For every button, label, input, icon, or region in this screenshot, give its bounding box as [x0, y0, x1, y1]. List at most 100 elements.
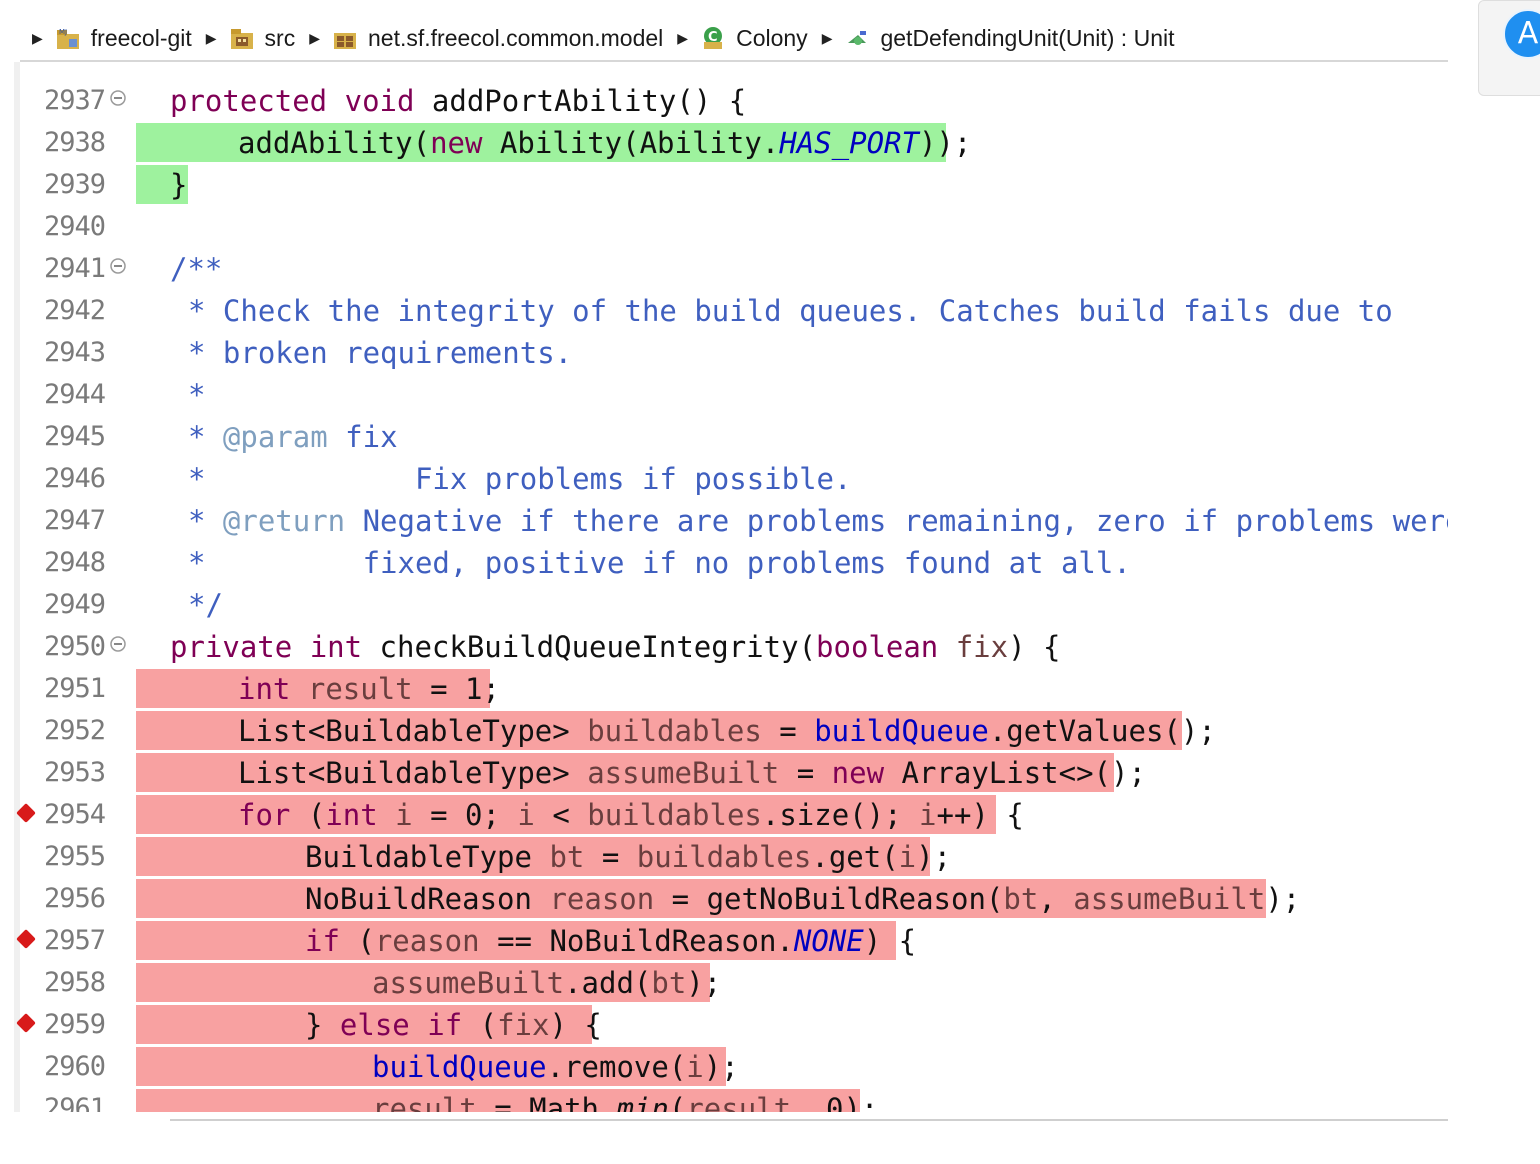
line-number: 2953: [44, 757, 106, 788]
code-line[interactable]: 2937 protected void addPortAbility() {: [14, 80, 1448, 122]
line-number: 2960: [44, 1051, 106, 1082]
code-line[interactable]: 2946 * Fix problems if possible.: [14, 458, 1448, 500]
code-line[interactable]: 2948 * fixed, positive if no problems fo…: [14, 542, 1448, 584]
code-editor[interactable]: 2936 2937 protected void addPortAbility(…: [14, 62, 1448, 1112]
code-text: result = Math.min(result, 0);: [372, 1092, 879, 1112]
line-number: 2950: [44, 631, 106, 662]
line-number: 2945: [44, 421, 106, 452]
code-text: List<BuildableType> buildables = buildQu…: [238, 714, 1216, 748]
line-number: 2955: [44, 841, 106, 872]
line-number: 2939: [44, 169, 106, 200]
code-text: * broken requirements.: [188, 336, 573, 370]
code-text: NoBuildReason reason = getNoBuildReason(…: [305, 882, 1301, 916]
breadcrumb-package[interactable]: net.sf.freecol.common.model: [368, 25, 663, 52]
svg-text:MJ: MJ: [59, 28, 67, 36]
code-line[interactable]: 2952 List<BuildableType> buildables = bu…: [14, 710, 1448, 752]
code-line[interactable]: 2951 int result = 1;: [14, 668, 1448, 710]
line-number: 2938: [44, 127, 106, 158]
code-line[interactable]: 2949 */: [14, 584, 1448, 626]
code-text: addAbility(new Ability(Ability.HAS_PORT)…: [238, 126, 972, 160]
code-line[interactable]: 2959 } else if (fix) {: [14, 1004, 1448, 1046]
line-number: 2949: [44, 589, 106, 620]
breadcrumb-arrow-icon[interactable]: ▶: [206, 30, 217, 47]
breadcrumb-arrow-icon[interactable]: ▶: [309, 30, 320, 47]
code-text: * Fix problems if possible.: [188, 462, 852, 496]
code-line[interactable]: 2953 List<BuildableType> assumeBuilt = n…: [14, 752, 1448, 794]
breadcrumb-method[interactable]: getDefendingUnit(Unit) : Unit: [880, 25, 1174, 52]
breadcrumb-arrow-icon[interactable]: ▶: [677, 30, 688, 47]
breadcrumb-arrow-icon[interactable]: ▶: [32, 30, 43, 47]
code-line[interactable]: 2960 buildQueue.remove(i);: [14, 1046, 1448, 1088]
line-number: 2954: [44, 799, 106, 830]
side-panel[interactable]: A: [1478, 0, 1540, 96]
code-line[interactable]: 2955 BuildableType bt = buildables.get(i…: [14, 836, 1448, 878]
code-line[interactable]: 2939 }: [14, 164, 1448, 206]
line-number: 2947: [44, 505, 106, 536]
code-text: if (reason == NoBuildReason.NONE) {: [305, 924, 917, 958]
code-text: assumeBuilt.add(bt);: [372, 966, 722, 1000]
breadcrumb: ▶ MJ freecol-git ▶ src ▶ net.sf.freecol.…: [14, 16, 1448, 60]
code-text: * @return Negative if there are problems…: [188, 504, 1448, 538]
code-text: /**: [170, 252, 223, 286]
code-text: *: [188, 378, 206, 412]
code-text: protected void addPortAbility() {: [170, 84, 747, 118]
line-number: 2957: [44, 925, 106, 956]
code-line[interactable]: 2954 for (int i = 0; i < buildables.size…: [14, 794, 1448, 836]
line-number: 2959: [44, 1009, 106, 1040]
source-folder-icon: [229, 25, 255, 51]
fold-icon[interactable]: [110, 636, 126, 652]
line-number: 2942: [44, 295, 106, 326]
code-text: private int checkBuildQueueIntegrity(boo…: [170, 630, 1061, 664]
line-number: 2944: [44, 379, 106, 410]
line-number: 2951: [44, 673, 106, 704]
line-number: 2940: [44, 211, 106, 242]
code-line[interactable]: 2956 NoBuildReason reason = getNoBuildRe…: [14, 878, 1448, 920]
breadcrumb-project[interactable]: freecol-git: [91, 25, 192, 52]
fold-icon[interactable]: [110, 258, 126, 274]
line-number: 2941: [44, 253, 106, 284]
line-number: 2948: [44, 547, 106, 578]
project-icon: MJ: [55, 25, 81, 51]
breadcrumb-arrow-icon[interactable]: ▶: [822, 30, 833, 47]
package-icon: [332, 25, 358, 51]
line-number: 2956: [44, 883, 106, 914]
code-line[interactable]: 2950 private int checkBuildQueueIntegrit…: [14, 626, 1448, 668]
editor-bottom-border: [170, 1119, 1448, 1121]
app-store-icon[interactable]: A: [1503, 9, 1540, 59]
code-text: }: [170, 168, 188, 202]
code-line[interactable]: 2940: [14, 206, 1448, 248]
line-number: 2936: [44, 62, 109, 67]
code-line[interactable]: 2942 * Check the integrity of the build …: [14, 290, 1448, 332]
code-line[interactable]: 2947 * @return Negative if there are pro…: [14, 500, 1448, 542]
breakpoint-icon[interactable]: [16, 929, 36, 949]
line-number: 2943: [44, 337, 106, 368]
code-line[interactable]: 2944 *: [14, 374, 1448, 416]
method-icon: [844, 25, 870, 51]
code-line[interactable]: 2945 * @param fix: [14, 416, 1448, 458]
line-number: 2946: [44, 463, 106, 494]
fold-icon[interactable]: [110, 90, 126, 106]
breadcrumb-class[interactable]: Colony: [736, 25, 808, 52]
breakpoint-icon[interactable]: [16, 1013, 36, 1033]
code-line[interactable]: 2961 result = Math.min(result, 0);: [14, 1088, 1448, 1112]
breakpoint-icon[interactable]: [16, 803, 36, 823]
code-text: * fixed, positive if no problems found a…: [188, 546, 1131, 580]
code-text: * Check the integrity of the build queue…: [188, 294, 1393, 328]
breadcrumb-src[interactable]: src: [265, 25, 296, 52]
code-text: BuildableType bt = buildables.get(i);: [305, 840, 952, 874]
line-number: 2937: [44, 85, 106, 116]
code-text: List<BuildableType> assumeBuilt = new Ar…: [238, 756, 1146, 790]
line-number: 2961: [44, 1093, 106, 1112]
class-icon: C: [700, 25, 726, 51]
code-text: * @param fix: [188, 420, 398, 454]
code-line[interactable]: 2957 if (reason == NoBuildReason.NONE) {: [14, 920, 1448, 962]
code-text: int result = 1;: [238, 672, 500, 706]
line-number: 2958: [44, 967, 106, 998]
code-text: for (int i = 0; i < buildables.size(); i…: [238, 798, 1024, 832]
code-line[interactable]: 2941 /**: [14, 248, 1448, 290]
line-number: 2952: [44, 715, 106, 746]
code-line[interactable]: 2943 * broken requirements.: [14, 332, 1448, 374]
code-line[interactable]: 2958 assumeBuilt.add(bt);: [14, 962, 1448, 1004]
code-line[interactable]: 2938 addAbility(new Ability(Ability.HAS_…: [14, 122, 1448, 164]
code-text: */: [188, 588, 223, 622]
